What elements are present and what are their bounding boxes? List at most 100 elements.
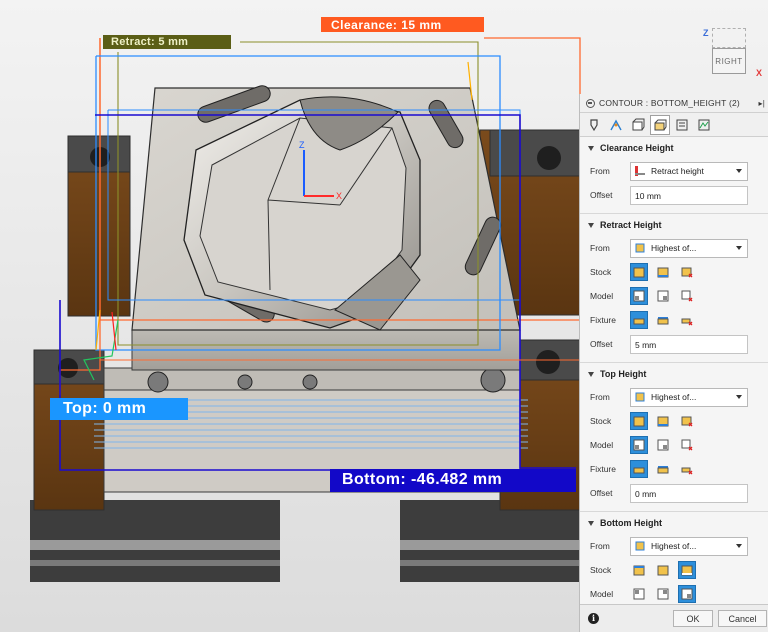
stock-side-icon [657, 267, 669, 278]
fixture-side-option[interactable] [654, 311, 672, 329]
stock-side-option[interactable] [654, 263, 672, 281]
offset-label: Offset [590, 488, 613, 498]
stock-exclude-icon [681, 267, 693, 278]
axis-z-label: Z [299, 140, 305, 150]
fixture-exclude-option[interactable] [678, 311, 696, 329]
stock-exclude-option[interactable] [678, 263, 696, 281]
stock-exclude-option[interactable] [678, 412, 696, 430]
part-top [131, 85, 521, 371]
tab-simulation[interactable] [694, 115, 714, 135]
top-offset-input[interactable]: 0 mm [630, 483, 748, 503]
expand-panel-icon[interactable]: ▸| [759, 99, 766, 108]
base-plate [30, 500, 580, 582]
stock-top-option[interactable] [630, 263, 648, 281]
section-toggle-retract[interactable]: Retract Height [580, 214, 768, 236]
stock-side-option[interactable] [654, 561, 672, 579]
clearance-offset-input[interactable]: 10 mm [630, 185, 748, 205]
stock-top-option[interactable] [630, 561, 648, 579]
model-top-option[interactable] [630, 585, 648, 603]
model-label: Model [590, 589, 614, 599]
section-title: Clearance Height [600, 143, 674, 153]
from-label: From [590, 243, 610, 253]
section-clearance-height: Clearance Height From Retract height Off… [580, 137, 768, 214]
offset-label: Offset [590, 339, 613, 349]
fixture-exclude-icon [681, 318, 693, 326]
model-label: Model [590, 291, 614, 301]
from-label: From [590, 392, 610, 402]
highest-of-icon [635, 392, 645, 402]
section-toggle-top[interactable]: Top Height [580, 363, 768, 385]
retract-height-icon [635, 166, 645, 176]
tool-icon [590, 118, 598, 131]
offset-label: Offset [590, 190, 613, 200]
geometry-icon [610, 119, 622, 130]
ok-button[interactable]: OK [673, 610, 713, 627]
bottom-from-dropdown[interactable]: Highest of... [630, 536, 748, 556]
fixture-exclude-option[interactable] [678, 460, 696, 478]
collapse-triangle-icon [588, 222, 594, 228]
tab-geometry[interactable] [606, 115, 626, 135]
model-side-option[interactable] [654, 585, 672, 603]
stock-side-option[interactable] [654, 412, 672, 430]
cancel-button[interactable]: Cancel [718, 610, 767, 627]
model-top-option[interactable] [630, 436, 648, 454]
model-exclude-option[interactable] [678, 436, 696, 454]
dropdown-value: Retract height [651, 166, 704, 176]
view-cube-top[interactable] [712, 28, 746, 48]
clearance-from-dropdown[interactable]: Retract height [630, 161, 748, 181]
operation-status-icon [586, 98, 595, 108]
model-side-icon [657, 439, 669, 451]
fixture-exclude-icon [681, 467, 693, 475]
chevron-down-icon [736, 246, 742, 250]
dropdown-value: Highest of... [651, 243, 697, 253]
model-side-option[interactable] [654, 287, 672, 305]
chevron-down-icon [736, 544, 742, 548]
retract-offset-input[interactable]: 5 mm [630, 334, 748, 354]
section-top-height: Top Height From Highest of... Stock Mode… [580, 363, 768, 512]
fixture-label: Fixture [590, 464, 616, 474]
fixture-top-option[interactable] [630, 460, 648, 478]
info-icon[interactable]: i [588, 613, 599, 624]
stock-top-option[interactable] [630, 412, 648, 430]
fixture-side-icon [657, 466, 669, 474]
fixture-side-icon [657, 317, 669, 325]
section-bottom-height: Bottom Height From Highest of... Stock M… [580, 512, 768, 612]
retract-from-dropdown[interactable]: Highest of... [630, 238, 748, 258]
dropdown-value: Highest of... [651, 392, 697, 402]
model-top-option[interactable] [630, 287, 648, 305]
view-cube-face[interactable]: RIGHT [712, 48, 746, 74]
dropdown-value: Highest of... [651, 541, 697, 551]
highest-of-icon [635, 541, 645, 551]
stock-label: Stock [590, 267, 612, 277]
fixture-side-option[interactable] [654, 460, 672, 478]
collapse-triangle-icon [588, 371, 594, 377]
stock-label: Stock [590, 416, 612, 426]
fixture-top-icon [633, 467, 645, 474]
stock-label: Stock [590, 565, 612, 575]
section-retract-height: Retract Height From Highest of... Stock … [580, 214, 768, 363]
collapse-triangle-icon [588, 520, 594, 526]
model-side-icon [657, 290, 669, 302]
stock-bottom-icon [681, 565, 693, 576]
model-exclude-option[interactable] [678, 287, 696, 305]
stock-top-icon [633, 416, 645, 427]
top-from-dropdown[interactable]: Highest of... [630, 387, 748, 407]
view-cube-z-axis: Z [703, 28, 709, 38]
fixture-top-option[interactable] [630, 311, 648, 329]
view-cube[interactable]: RIGHT Z X [700, 24, 764, 80]
tab-tool[interactable] [584, 115, 604, 135]
stock-top-icon [633, 565, 645, 576]
panel-tabs [580, 113, 768, 137]
section-toggle-bottom[interactable]: Bottom Height [580, 512, 768, 534]
clearance-height-label: Clearance: 15 mm [321, 17, 484, 32]
model-bottom-option[interactable] [678, 585, 696, 603]
tab-heights[interactable] [628, 115, 648, 135]
stock-bottom-option[interactable] [678, 561, 696, 579]
model-side-option[interactable] [654, 436, 672, 454]
panel-header: CONTOUR : BOTTOM_HEIGHT (2) ▸| [580, 94, 768, 113]
model-bottom-icon [681, 588, 693, 600]
tab-passes[interactable] [650, 114, 670, 135]
tab-linking[interactable] [672, 115, 692, 135]
section-toggle-clearance[interactable]: Clearance Height [580, 137, 768, 159]
stock-exclude-icon [681, 416, 693, 427]
